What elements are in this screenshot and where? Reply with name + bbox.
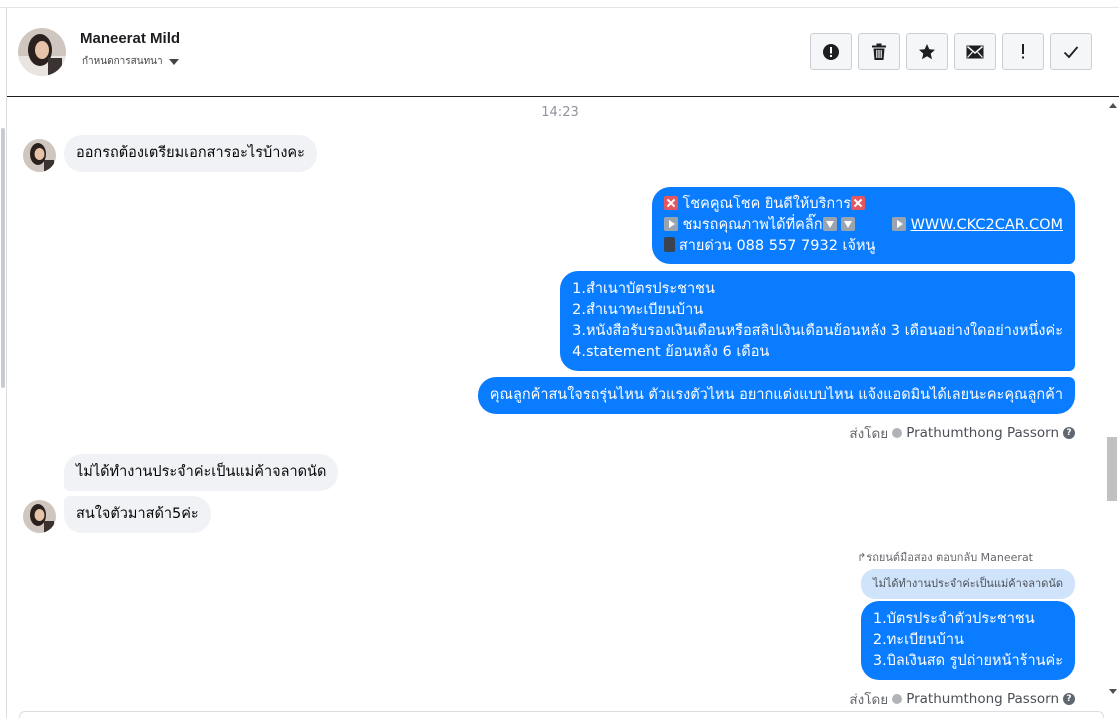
messenger-window: Maneerat Mild กำหนดการสนทนา 14:23 ออกรถต…	[0, 0, 1119, 718]
promo-hotline: สายด่วน 088 557 7932 เจ้หนู	[678, 238, 876, 254]
document-item: 3.หนังสือรับรองเงินเดือนหรือสลิปเงินเดือ…	[572, 323, 1063, 339]
scrollbar-thumb[interactable]	[1107, 437, 1117, 501]
cross-mark-icon	[663, 196, 678, 210]
page-badge-icon	[892, 428, 903, 438]
conversation-header: Maneerat Mild กำหนดการสนทนา	[7, 9, 1119, 97]
down-arrow-icon	[841, 217, 856, 231]
scroll-down-arrow-icon[interactable]	[1109, 689, 1117, 694]
reply-arrow-icon: ↱	[857, 551, 867, 564]
outgoing-message-reply[interactable]: 1.บัตรประจำตัวประชาชน 2.ทะเบียนบ้าน 3.บิ…	[860, 601, 1075, 680]
sender-avatar[interactable]	[23, 500, 56, 533]
play-button-icon	[891, 217, 906, 231]
reply-context: ↱รถยนต์มือสอง ตอบกลับ Maneerat	[857, 548, 1033, 566]
promo-greeting: โชคคูณโชค ยินดีให้บริการ	[682, 196, 852, 212]
help-icon[interactable]: ?	[1063, 693, 1075, 705]
done-button[interactable]	[1050, 33, 1092, 70]
quoted-message[interactable]: ไม่ได้ทำงานประจำค่ะเป็นแม่ค้าจลาดนัด	[861, 569, 1075, 599]
sent-by-label: ส่งโดย	[849, 426, 889, 442]
alert-button[interactable]	[810, 33, 852, 70]
header-actions	[810, 33, 1092, 70]
conversation-settings-label: กำหนดการสนทนา	[82, 56, 163, 67]
page-badge-icon	[892, 694, 903, 704]
incoming-message[interactable]: ออกรถต้องเตรียมเอกสารอะไรบ้างคะ	[64, 135, 317, 172]
delete-button[interactable]	[858, 33, 900, 70]
reply-item: 3.บิลเงินสด รูปถ่ายหน้าร้านค่ะ	[872, 653, 1063, 669]
exclamation-circle-icon	[823, 43, 839, 60]
outgoing-message-documents[interactable]: 1.สำเนาบัตรประชาชน 2.สำเนาทะเบียนบ้าน 3.…	[560, 271, 1075, 371]
message-timestamp: 14:23	[541, 105, 579, 120]
reply-item: 2.ทะเบียนบ้าน	[872, 632, 964, 648]
caret-down-icon	[168, 58, 179, 65]
mark-unread-button[interactable]	[954, 33, 996, 70]
exclamation-icon	[1022, 43, 1024, 58]
sender-name[interactable]: Prathumthong Passorn	[906, 425, 1059, 441]
scroll-up-arrow-icon[interactable]	[1109, 103, 1117, 108]
check-icon	[1063, 45, 1079, 58]
sent-by-info: ส่งโดย Prathumthong Passorn ?	[849, 422, 1075, 444]
envelope-icon	[966, 45, 984, 58]
conversation-settings-dropdown[interactable]: กำหนดการสนทนา	[82, 54, 179, 69]
document-item: 2.สำเนาทะเบียนบ้าน	[572, 302, 704, 318]
top-edge	[0, 0, 1119, 8]
sender-name[interactable]: Prathumthong Passorn	[906, 691, 1059, 707]
sent-by-info: ส่งโดย Prathumthong Passorn ?	[849, 688, 1075, 710]
promo-click-text: ชมรถคุณภาพได้ที่คลิ๊ก	[682, 217, 823, 233]
reply-context-text: รถยนต์มือสอง ตอบกลับ Maneerat	[866, 551, 1033, 564]
spam-button[interactable]	[1002, 33, 1044, 70]
document-item: 4.statement ย้อนหลัง 6 เดือน	[572, 344, 770, 360]
help-icon[interactable]: ?	[1063, 427, 1075, 439]
reply-item: 1.บัตรประจำตัวประชาชน	[872, 611, 1035, 627]
star-button[interactable]	[906, 33, 948, 70]
message-scrollbar[interactable]	[1105, 97, 1119, 718]
incoming-message[interactable]: ไม่ได้ทำงานประจำค่ะเป็นแม่ค้าจลาดนัด	[64, 454, 339, 491]
promo-line-3: สายด่วน 088 557 7932 เจ้หนู	[663, 236, 1063, 257]
contact-name[interactable]: Maneerat Mild	[80, 30, 180, 47]
website-link[interactable]: WWW.CKC2CAR.COM	[911, 217, 1063, 233]
left-panel-edge	[0, 8, 7, 718]
sender-avatar[interactable]	[23, 139, 56, 172]
outgoing-message-question[interactable]: คุณลูกค้าสนใจรถรุ่นไหน ตัวแรงตัวไหน อยาก…	[477, 377, 1075, 414]
message-composer[interactable]	[19, 711, 1104, 718]
down-arrow-icon	[822, 217, 837, 231]
promo-line-1: โชคคูณโชค ยินดีให้บริการ	[663, 194, 1063, 215]
cross-mark-icon	[851, 196, 866, 210]
mobile-phone-icon	[663, 237, 675, 252]
document-item: 1.สำเนาบัตรประชาชน	[572, 281, 715, 297]
trash-icon	[872, 43, 886, 60]
star-icon	[919, 43, 935, 59]
left-scrollbar-thumb[interactable]	[1, 128, 5, 388]
contact-avatar[interactable]	[18, 28, 66, 76]
promo-line-2: ชมรถคุณภาพได้ที่คลิ๊ก WWW.CKC2CAR.COM	[663, 215, 1063, 236]
outgoing-message-promo[interactable]: โชคคูณโชค ยินดีให้บริการ ชมรถคุณภาพได้ที…	[651, 187, 1075, 264]
sent-by-label: ส่งโดย	[849, 692, 889, 708]
incoming-message[interactable]: สนใจตัวมาสด้า5ค่ะ	[64, 496, 211, 533]
play-button-icon	[663, 217, 678, 231]
